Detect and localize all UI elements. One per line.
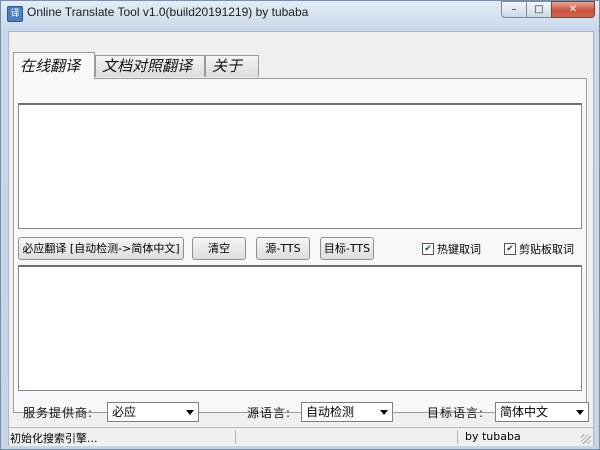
source-text-area[interactable] [18,103,582,229]
window-title: Online Translate Tool v1.0(build20191219… [27,5,309,19]
options-row: 服务提供商: 必应 源语言: 自动检测 目标语言: 简体中文 [9,400,593,424]
provider-label: 服务提供商: [23,406,94,420]
source-language-select[interactable]: 自动检测 [301,402,393,422]
translate-button[interactable]: 必应翻译 [自动检测->简体中文] [18,237,184,260]
target-tts-button[interactable]: 目标-TTS [320,237,374,260]
status-author: by tubaba [465,430,521,443]
resize-grip[interactable] [581,434,591,444]
chevron-down-icon [576,410,584,415]
provider-select-value: 必应 [112,405,137,419]
provider-select[interactable]: 必应 [107,402,199,422]
maximize-button[interactable]: □ [526,1,552,18]
chevron-down-icon [380,410,388,415]
app-icon: 译 [7,6,23,22]
client-area: 在线翻译 文档对照翻译 关于 必应翻译 [自动检测->简体中文] 清空 源-TT… [8,31,594,446]
source-tts-button[interactable]: 源-TTS [256,237,310,260]
status-divider [457,430,458,444]
hotkey-checkbox-label: 热键取词 [437,243,481,256]
target-text-area[interactable] [18,265,582,391]
target-language-value: 简体中文 [500,405,549,419]
hotkey-checkbox[interactable]: ✔ 热键取词 [422,241,481,257]
tab-about[interactable]: 关于 [205,55,259,77]
target-language-select[interactable]: 简体中文 [495,402,589,422]
chevron-down-icon [186,410,194,415]
clear-button[interactable]: 清空 [192,237,246,260]
checkmark-icon: ✔ [422,243,434,255]
tab-online-translate[interactable]: 在线翻译 [13,52,95,79]
tab-strip: 在线翻译 文档对照翻译 关于 [13,52,591,79]
clipboard-checkbox[interactable]: ✔ 剪贴板取词 [504,241,574,257]
clipboard-checkbox-label: 剪贴板取词 [519,243,574,256]
status-message: 初始化搜索引擎... [10,432,98,445]
app-window: 译 Online Translate Tool v1.0(build201912… [0,0,600,450]
checkmark-icon: ✔ [504,243,516,255]
status-divider [235,430,236,444]
tab-panel-online-translate: 必应翻译 [自动检测->简体中文] 清空 源-TTS 目标-TTS ✔ 热键取词… [13,78,587,413]
target-language-label: 目标语言: [427,406,485,420]
status-bar: 初始化搜索引擎... by tubaba [9,427,593,446]
source-language-value: 自动检测 [306,405,355,419]
tab-document-translate[interactable]: 文档对照翻译 [95,55,205,77]
window-controls: – □ ✕ [501,1,595,19]
minimize-button[interactable]: – [501,1,527,18]
title-bar[interactable]: 译 Online Translate Tool v1.0(build201912… [1,1,599,25]
close-button[interactable]: ✕ [551,1,595,18]
source-language-label: 源语言: [247,406,292,420]
